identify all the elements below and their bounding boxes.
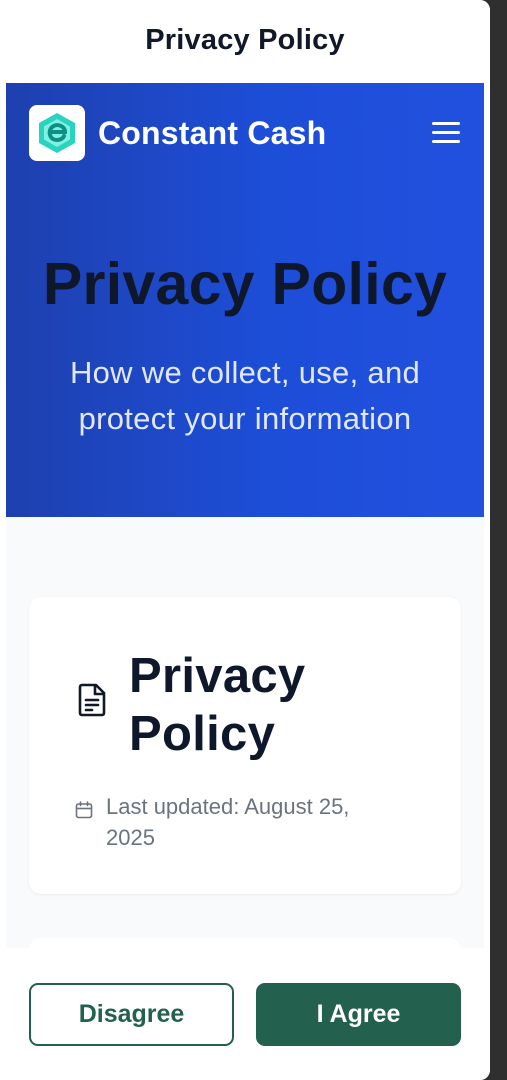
dialog-header: Privacy Policy bbox=[0, 0, 490, 83]
last-updated-row: Last updated: August 25, 2025 bbox=[29, 763, 461, 853]
card-heading-row: Privacy Policy bbox=[29, 597, 461, 763]
navbar: Constant Cash bbox=[6, 83, 484, 183]
hero-title: Privacy Policy bbox=[42, 251, 448, 317]
policy-header-card: Privacy Policy Last updated: August 25, … bbox=[29, 597, 461, 894]
constant-cash-logo-icon[interactable] bbox=[29, 105, 85, 161]
dialog-footer: Disagree I Agree bbox=[0, 948, 490, 1080]
hamburger-menu-icon[interactable] bbox=[432, 122, 460, 144]
policy-webview[interactable]: Constant Cash Privacy Policy How we coll… bbox=[6, 83, 484, 948]
card-title: Privacy Policy bbox=[129, 649, 306, 761]
privacy-dialog: Privacy Policy Constant Cash Privacy Pol… bbox=[0, 0, 490, 1080]
policy-content-card bbox=[29, 938, 461, 948]
hero-subtitle: How we collect, use, and protect your in… bbox=[69, 355, 421, 436]
calendar-icon bbox=[75, 801, 93, 819]
agree-button[interactable]: I Agree bbox=[256, 983, 461, 1046]
brand-name[interactable]: Constant Cash bbox=[98, 115, 326, 152]
hero-section: Constant Cash Privacy Policy How we coll… bbox=[6, 83, 484, 517]
dialog-title: Privacy Policy bbox=[145, 24, 345, 56]
last-updated-text: Last updated: August 25, 2025 bbox=[106, 794, 350, 850]
disagree-button[interactable]: Disagree bbox=[29, 983, 234, 1046]
document-icon bbox=[78, 683, 106, 717]
